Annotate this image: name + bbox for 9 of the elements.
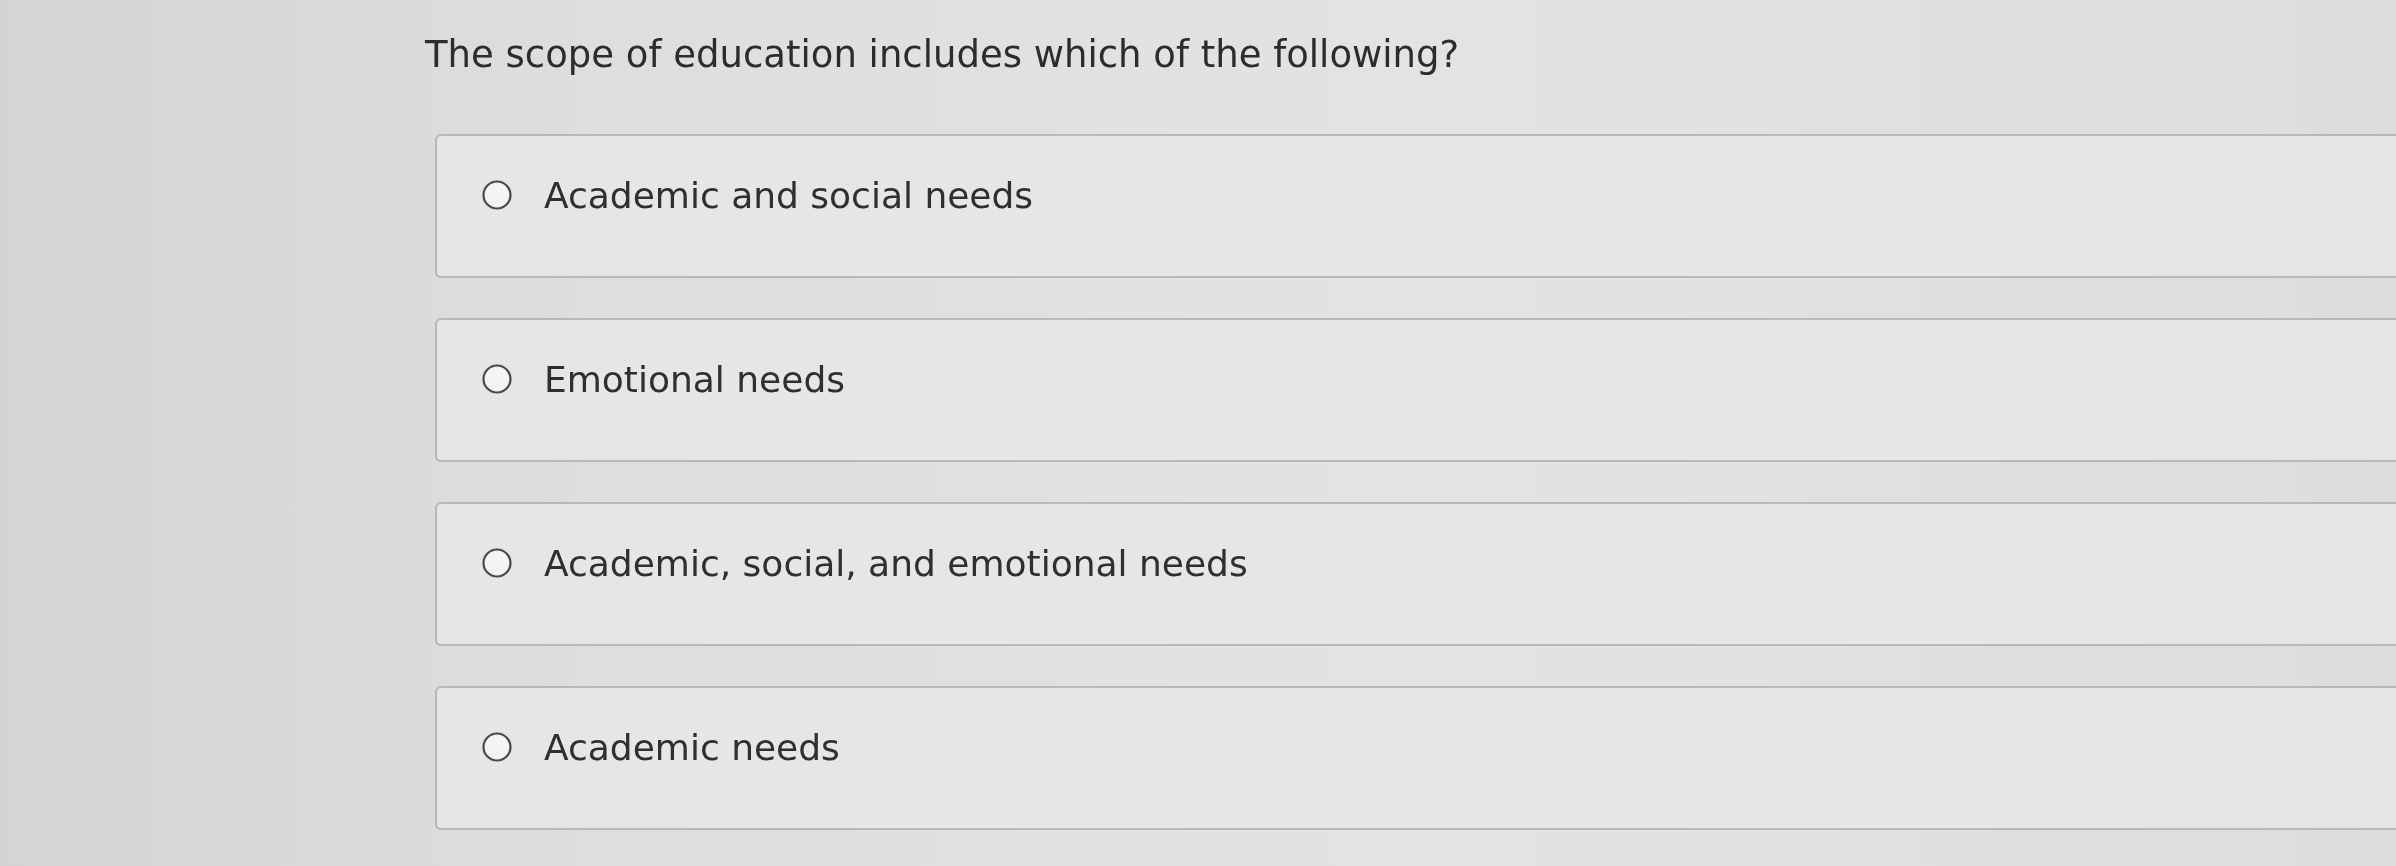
answer-option[interactable]: Academic, social, and emotional needs xyxy=(435,502,2396,646)
radio-button-icon[interactable] xyxy=(482,364,512,394)
question-text: The scope of education includes which of the following? xyxy=(425,32,1460,78)
answer-option[interactable]: Emotional needs xyxy=(435,318,2396,462)
radio-button-icon[interactable] xyxy=(482,548,512,578)
radio-button-icon[interactable] xyxy=(482,180,512,210)
answer-option[interactable]: Academic needs xyxy=(435,686,2396,830)
answer-option[interactable]: Academic and social needs xyxy=(435,134,2396,278)
radio-button-icon[interactable] xyxy=(482,732,512,762)
